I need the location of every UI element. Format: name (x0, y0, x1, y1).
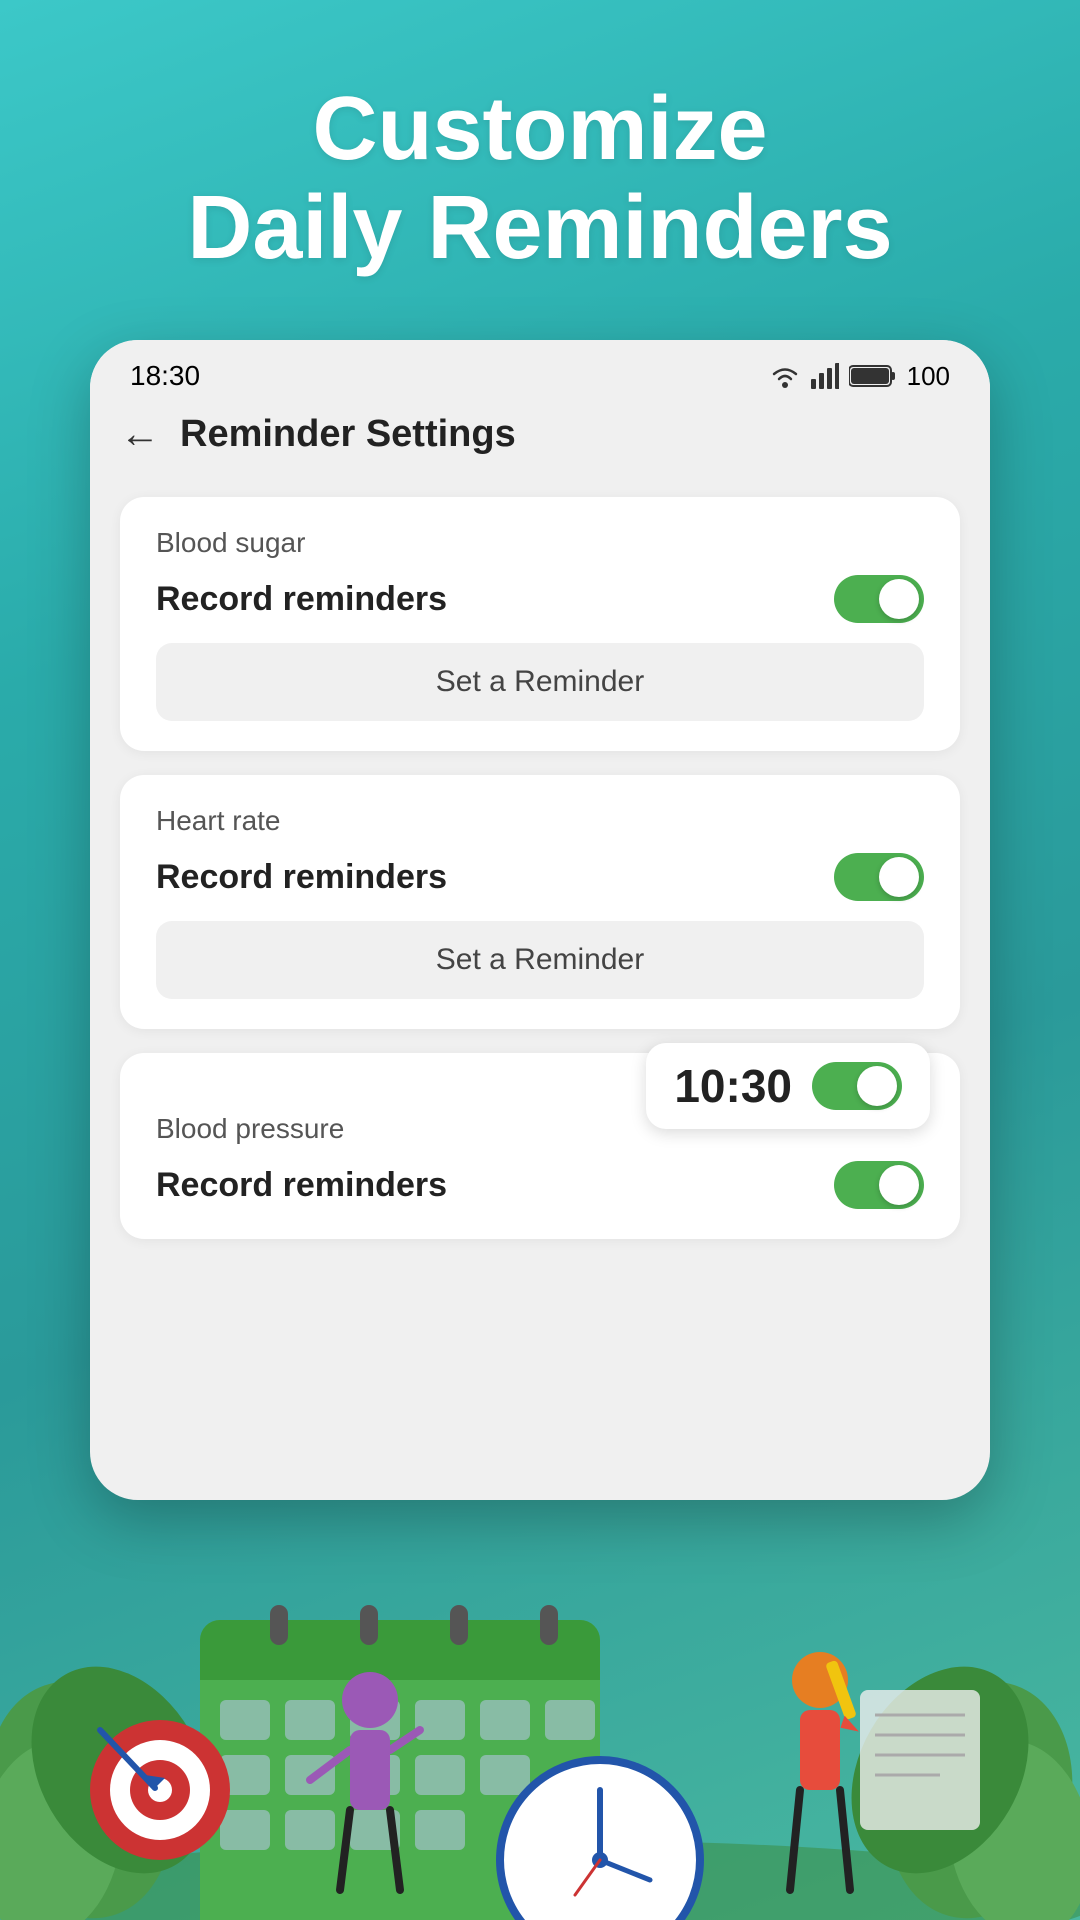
time-badge-toggle[interactable] (812, 1062, 902, 1110)
time-badge: 10:30 (646, 1043, 930, 1129)
header-line2: Daily Reminders (187, 178, 892, 278)
illustration-area (0, 1420, 1080, 1920)
heart-rate-card: Heart rate Record reminders Set a Remind… (120, 775, 960, 1029)
heart-rate-reminder-row: Record reminders (156, 853, 924, 901)
battery-icon (849, 363, 897, 389)
time-badge-value: 10:30 (674, 1059, 792, 1113)
phone-frame: 18:30 100 (90, 340, 990, 1500)
blood-sugar-card: Blood sugar Record reminders Set a Remin… (120, 497, 960, 751)
heart-rate-toggle[interactable] (834, 853, 924, 901)
header-section: Customize Daily Reminders (0, 0, 1080, 338)
blood-pressure-reminder-row: Record reminders (156, 1161, 924, 1209)
back-button[interactable]: ← (120, 412, 160, 457)
blood-sugar-label: Blood sugar (156, 527, 924, 559)
battery-level: 100 (907, 361, 950, 392)
blood-sugar-toggle[interactable] (834, 575, 924, 623)
status-bar: 18:30 100 (90, 340, 990, 402)
blood-pressure-toggle[interactable] (834, 1161, 924, 1209)
header-line1: Customize (312, 79, 767, 179)
blood-pressure-record-label: Record reminders (156, 1166, 447, 1205)
heart-rate-label: Heart rate (156, 805, 924, 837)
nav-bar: ← Reminder Settings (90, 402, 990, 477)
scroll-content: Blood sugar Record reminders Set a Remin… (90, 477, 990, 1259)
status-icons: 100 (769, 361, 950, 392)
heart-rate-record-label: Record reminders (156, 858, 447, 897)
wifi-icon (769, 363, 801, 389)
heart-rate-set-reminder-button[interactable]: Set a Reminder (156, 921, 924, 999)
blood-pressure-card: 10:30 Blood pressure Record reminders (120, 1053, 960, 1239)
illustration-svg (0, 1420, 1080, 1920)
blood-sugar-set-reminder-button[interactable]: Set a Reminder (156, 643, 924, 721)
page-title: Reminder Settings (180, 413, 516, 456)
blood-sugar-reminder-row: Record reminders (156, 575, 924, 623)
status-time: 18:30 (130, 360, 200, 392)
blood-sugar-record-label: Record reminders (156, 580, 447, 619)
signal-icon (811, 363, 839, 389)
